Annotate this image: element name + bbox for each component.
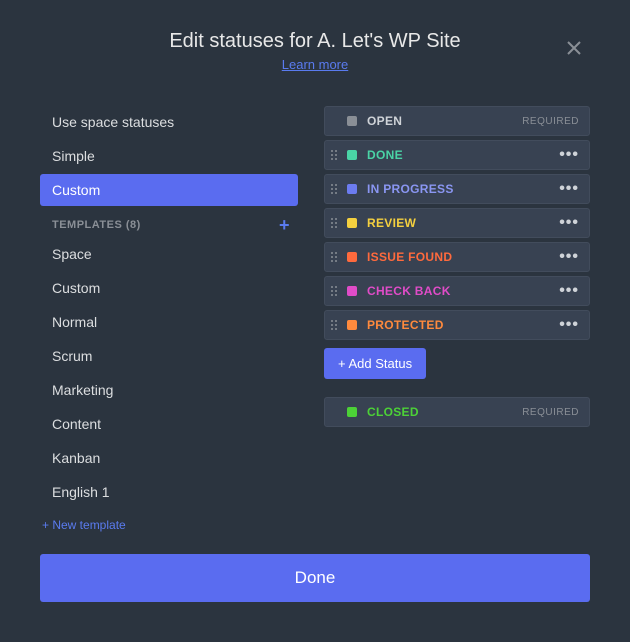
status-row: CLOSEDREQUIRED bbox=[324, 397, 590, 427]
add-status-button[interactable]: + Add Status bbox=[324, 348, 426, 379]
drag-handle-icon[interactable] bbox=[331, 184, 341, 194]
new-template-link[interactable]: + New template bbox=[40, 518, 298, 532]
status-label: REVIEW bbox=[367, 216, 559, 230]
status-label: DONE bbox=[367, 148, 559, 162]
status-list: OPENREQUIREDDONE•••IN PROGRESS•••REVIEW•… bbox=[324, 106, 590, 532]
status-row: CHECK BACK••• bbox=[324, 276, 590, 306]
add-template-icon[interactable]: + bbox=[279, 216, 294, 234]
status-color-swatch bbox=[347, 252, 357, 262]
drag-handle-icon[interactable] bbox=[331, 286, 341, 296]
more-icon[interactable]: ••• bbox=[559, 214, 579, 232]
status-row: REVIEW••• bbox=[324, 208, 590, 238]
more-icon[interactable]: ••• bbox=[559, 180, 579, 198]
template-item-scrum[interactable]: Scrum bbox=[40, 340, 298, 372]
template-item-kanban[interactable]: Kanban bbox=[40, 442, 298, 474]
drag-handle-icon[interactable] bbox=[331, 252, 341, 262]
status-row: OPENREQUIRED bbox=[324, 106, 590, 136]
status-label: CLOSED bbox=[367, 405, 522, 419]
template-item-normal[interactable]: Normal bbox=[40, 306, 298, 338]
required-badge: REQUIRED bbox=[522, 116, 579, 127]
template-item-custom[interactable]: Custom bbox=[40, 272, 298, 304]
status-color-swatch bbox=[347, 116, 357, 126]
templates-header: TEMPLATES (8) bbox=[52, 219, 141, 231]
template-item-marketing[interactable]: Marketing bbox=[40, 374, 298, 406]
status-color-swatch bbox=[347, 320, 357, 330]
sidebar: Use space statusesSimpleCustom TEMPLATES… bbox=[40, 106, 298, 532]
modal-title: Edit statuses for A. Let's WP Site bbox=[40, 30, 590, 53]
status-color-swatch bbox=[347, 150, 357, 160]
done-button[interactable]: Done bbox=[40, 554, 590, 602]
sidebar-item-use-space-statuses[interactable]: Use space statuses bbox=[40, 106, 298, 138]
close-icon[interactable] bbox=[564, 38, 584, 58]
status-label: PROTECTED bbox=[367, 318, 559, 332]
status-color-swatch bbox=[347, 184, 357, 194]
status-label: CHECK BACK bbox=[367, 284, 559, 298]
more-icon[interactable]: ••• bbox=[559, 146, 579, 164]
drag-handle-icon[interactable] bbox=[331, 218, 341, 228]
status-label: IN PROGRESS bbox=[367, 182, 559, 196]
sidebar-item-simple[interactable]: Simple bbox=[40, 140, 298, 172]
status-row: DONE••• bbox=[324, 140, 590, 170]
drag-handle-icon[interactable] bbox=[331, 150, 341, 160]
status-label: OPEN bbox=[367, 114, 522, 128]
status-label: ISSUE FOUND bbox=[367, 250, 559, 264]
status-color-swatch bbox=[347, 407, 357, 417]
more-icon[interactable]: ••• bbox=[559, 248, 579, 266]
status-row: IN PROGRESS••• bbox=[324, 174, 590, 204]
required-badge: REQUIRED bbox=[522, 407, 579, 418]
template-item-space[interactable]: Space bbox=[40, 238, 298, 270]
more-icon[interactable]: ••• bbox=[559, 282, 579, 300]
status-color-swatch bbox=[347, 218, 357, 228]
template-item-english-1[interactable]: English 1 bbox=[40, 476, 298, 508]
status-row: PROTECTED••• bbox=[324, 310, 590, 340]
sidebar-item-custom[interactable]: Custom bbox=[40, 174, 298, 206]
drag-handle-icon[interactable] bbox=[331, 320, 341, 330]
status-row: ISSUE FOUND••• bbox=[324, 242, 590, 272]
template-item-content[interactable]: Content bbox=[40, 408, 298, 440]
learn-more-link[interactable]: Learn more bbox=[282, 57, 348, 72]
status-color-swatch bbox=[347, 286, 357, 296]
more-icon[interactable]: ••• bbox=[559, 316, 579, 334]
